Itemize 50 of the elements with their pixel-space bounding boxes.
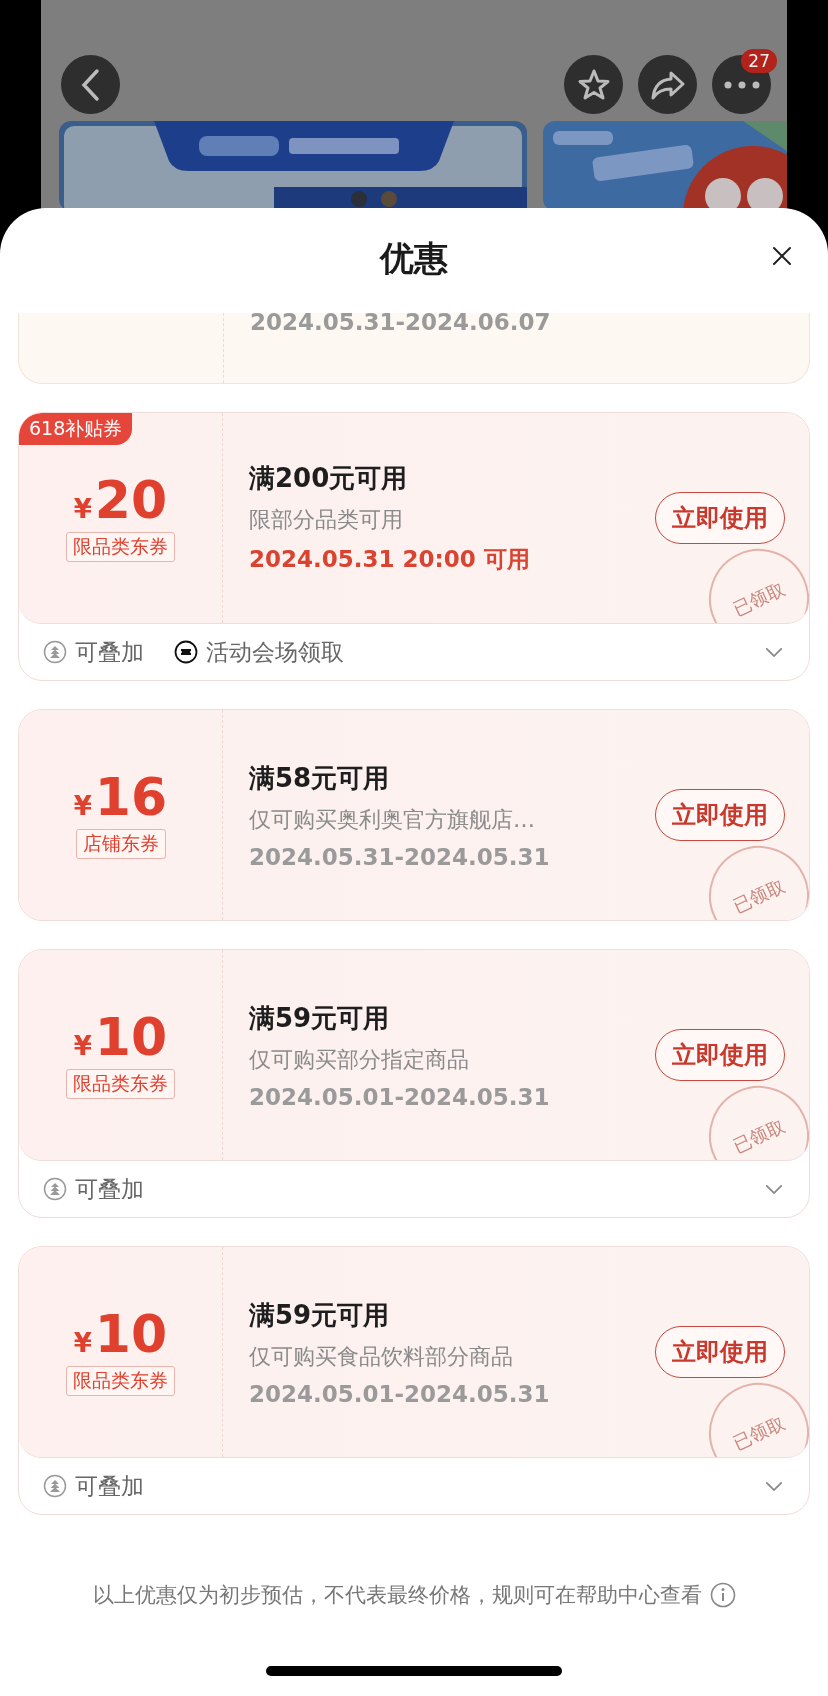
coupon-date: 2024.05.31-2024.05.31 [249, 843, 551, 870]
sheet-title: 优惠 [380, 236, 448, 280]
stack-icon [43, 1474, 67, 1498]
currency-symbol: ¥ [73, 494, 92, 524]
coupon-condition: 满200元可用 [249, 462, 409, 495]
coupon-amount: 10 [94, 1011, 168, 1063]
coupon-type: 限品类东券 [66, 1366, 175, 1396]
notification-badge: 27 [741, 49, 777, 73]
currency-symbol: ¥ [73, 1031, 92, 1061]
coupon-date: 2024.05.31 20:00 可用 [249, 545, 531, 574]
ticket-icon [174, 640, 198, 664]
coupon-condition: 满58元可用 [249, 761, 391, 795]
coupon-condition: 满59元可用 [249, 1001, 391, 1035]
coupon-description: 限部分品类可用 [249, 506, 404, 534]
stack-icon [43, 640, 67, 664]
use-now-button[interactable]: 立即使用 [655, 1029, 785, 1081]
currency-symbol: ¥ [73, 791, 92, 821]
coupon-feature: 活动会场领取 [206, 637, 344, 667]
coupon-feature: 可叠加 [75, 1174, 144, 1204]
back-icon [79, 67, 102, 102]
info-icon[interactable] [709, 1582, 736, 1608]
chevron-icon[interactable] [765, 1480, 783, 1492]
currency-symbol: ¥ [73, 1328, 92, 1358]
coupon-date: 2024.05.01-2024.05.31 [249, 1380, 551, 1407]
coupon-date: 2024.05.01-2024.05.31 [249, 1083, 551, 1110]
coupon-feature: 可叠加 [75, 1471, 144, 1501]
stack-icon [43, 1177, 67, 1201]
star-icon [576, 67, 611, 102]
coupon-date: 2024.05.31-2024.06.07 [250, 309, 551, 335]
coupon-description: 仅可购买奥利奥官方旗舰店… [249, 805, 536, 834]
use-now-button[interactable]: 立即使用 [655, 492, 785, 544]
coupon-amount: 16 [94, 771, 168, 823]
coupon-amount: 10 [94, 1308, 168, 1360]
use-now-button[interactable]: 立即使用 [655, 789, 785, 841]
coupon-description: 仅可购买食品饮料部分商品 [249, 1342, 514, 1371]
more-icon [723, 80, 760, 89]
chevron-icon[interactable] [765, 1183, 783, 1195]
chevron-icon[interactable] [765, 646, 783, 658]
coupon-feature: 可叠加 [75, 637, 144, 667]
coupon-amount: 20 [94, 474, 168, 526]
coupon-description: 仅可购买部分指定商品 [249, 1045, 470, 1074]
share-icon [649, 69, 686, 100]
coupon-type: 店铺东券 [75, 829, 166, 859]
use-now-button[interactable]: 立即使用 [655, 1326, 785, 1378]
coupon-type: 限品类东券 [66, 532, 175, 562]
coupon-type: 限品类东券 [66, 1069, 175, 1099]
coupon-condition: 满59元可用 [249, 1298, 391, 1332]
coupon-tag: 618补贴券 [19, 413, 133, 445]
close-icon [772, 246, 792, 266]
disclaimer-text: 以上优惠仅为初步预估，不代表最终价格，规则可在帮助中心查看 [92, 1582, 702, 1609]
